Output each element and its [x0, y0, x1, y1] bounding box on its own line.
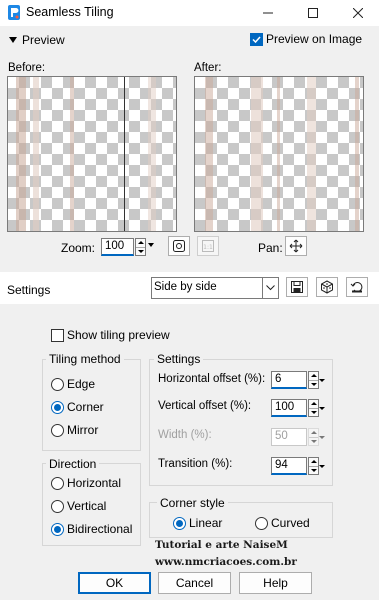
randomize-button[interactable] [316, 277, 338, 297]
save-preset-button[interactable] [286, 277, 308, 297]
before-preview[interactable] [7, 76, 177, 232]
maximize-icon [307, 8, 318, 18]
tiling-method-title: Tiling method [46, 352, 124, 366]
transition-label: Transition (%): [158, 458, 233, 470]
zoom-dropdown-icon[interactable] [148, 243, 154, 247]
caret-down-icon [319, 406, 325, 410]
preview-on-image-label[interactable]: Preview on Image [266, 32, 362, 46]
horizontal-offset-spinner[interactable] [308, 371, 319, 389]
pan-button[interactable] [285, 236, 307, 256]
svg-text:1:1: 1:1 [203, 244, 213, 251]
app-icon [8, 5, 20, 20]
caret-down-icon [319, 378, 325, 382]
zoom-100-button[interactable]: 1:1 [197, 236, 219, 256]
zoom-label: Zoom: [61, 241, 96, 255]
direction-bidirectional-label[interactable]: Bidirectional [67, 522, 132, 536]
save-icon [291, 281, 303, 293]
actual-size-icon: 1:1 [202, 240, 214, 252]
zoom-fit-icon [173, 240, 185, 252]
width-dropdown[interactable] [319, 428, 325, 446]
preset-select-arrow[interactable] [262, 278, 278, 298]
transition-dropdown[interactable] [319, 457, 325, 475]
direction-vertical-label[interactable]: Vertical [67, 499, 106, 513]
tiling-method-corner-label[interactable]: Corner [67, 400, 104, 414]
minimize-icon [262, 12, 273, 14]
caret-down-icon [319, 435, 325, 439]
minimize-button[interactable] [245, 0, 290, 26]
vertical-offset-input[interactable]: 100 [271, 399, 307, 417]
zoom-fit-button[interactable] [168, 236, 190, 256]
direction-vertical-radio[interactable] [51, 500, 64, 513]
tiling-method-mirror-radio[interactable] [51, 424, 64, 437]
width-input[interactable]: 50 [271, 428, 307, 446]
maximize-button[interactable] [290, 0, 335, 26]
width-label: Width (%): [158, 429, 212, 441]
ok-button[interactable]: OK [78, 572, 151, 594]
corner-style-linear-radio[interactable] [173, 517, 186, 530]
show-tiling-preview-label[interactable]: Show tiling preview [67, 328, 170, 342]
preset-select-value[interactable]: Side by side [154, 281, 217, 293]
direction-bidirectional-radio[interactable] [51, 523, 64, 536]
zoom-input[interactable]: 100 [101, 238, 134, 256]
help-button[interactable]: Help [239, 572, 312, 594]
show-tiling-preview-checkbox[interactable] [51, 329, 64, 342]
close-button[interactable] [335, 0, 379, 26]
corner-style-linear-label[interactable]: Linear [189, 516, 222, 530]
reset-button[interactable] [346, 277, 368, 297]
direction-horizontal-radio[interactable] [51, 477, 64, 490]
settings-label: Settings [7, 283, 51, 297]
vertical-offset-label: Vertical offset (%): [158, 400, 252, 412]
horizontal-offset-label: Horizontal offset (%): [158, 373, 266, 385]
watermark-line-1: Tutorial e arte NaiseM [155, 539, 288, 551]
caret-down-icon [319, 464, 325, 468]
corner-style-curved-label[interactable]: Curved [271, 516, 310, 530]
collapse-triangle-icon[interactable] [9, 37, 17, 43]
watermark-line-2: www.nmcriacoes.com.br [155, 556, 297, 568]
before-label: Before: [8, 62, 46, 74]
after-preview[interactable] [194, 76, 364, 232]
dice-icon [321, 280, 333, 294]
corner-style-title: Corner style [157, 496, 228, 510]
move-icon [289, 239, 303, 253]
cancel-button[interactable]: Cancel [158, 572, 231, 594]
direction-title: Direction [46, 457, 100, 471]
tiling-method-corner-radio[interactable] [51, 401, 64, 414]
settings-group-title: Settings [154, 352, 204, 366]
checkmark-icon [252, 36, 261, 44]
close-icon [352, 8, 363, 18]
vertical-offset-spinner[interactable] [308, 399, 319, 417]
direction-horizontal-label[interactable]: Horizontal [67, 476, 121, 490]
after-label: After: [194, 62, 222, 74]
transition-spinner[interactable] [308, 457, 319, 475]
tiling-method-edge-radio[interactable] [51, 378, 64, 391]
horizontal-offset-dropdown[interactable] [319, 371, 325, 389]
chevron-down-icon [266, 285, 275, 291]
preview-section-label[interactable]: Preview [22, 33, 65, 47]
zoom-spinner[interactable] [135, 238, 146, 256]
window-title: Seamless Tiling [26, 5, 114, 19]
preview-on-image-checkbox[interactable] [250, 33, 263, 46]
horizontal-offset-input[interactable]: 6 [271, 371, 307, 389]
corner-style-curved-radio[interactable] [255, 517, 268, 530]
tiling-method-edge-label[interactable]: Edge [67, 377, 95, 391]
width-spinner[interactable] [308, 428, 319, 446]
vertical-offset-dropdown[interactable] [319, 399, 325, 417]
pan-label: Pan: [258, 241, 283, 255]
tiling-method-mirror-label[interactable]: Mirror [67, 423, 98, 437]
reset-icon [350, 282, 363, 293]
transition-input[interactable]: 94 [271, 457, 307, 475]
